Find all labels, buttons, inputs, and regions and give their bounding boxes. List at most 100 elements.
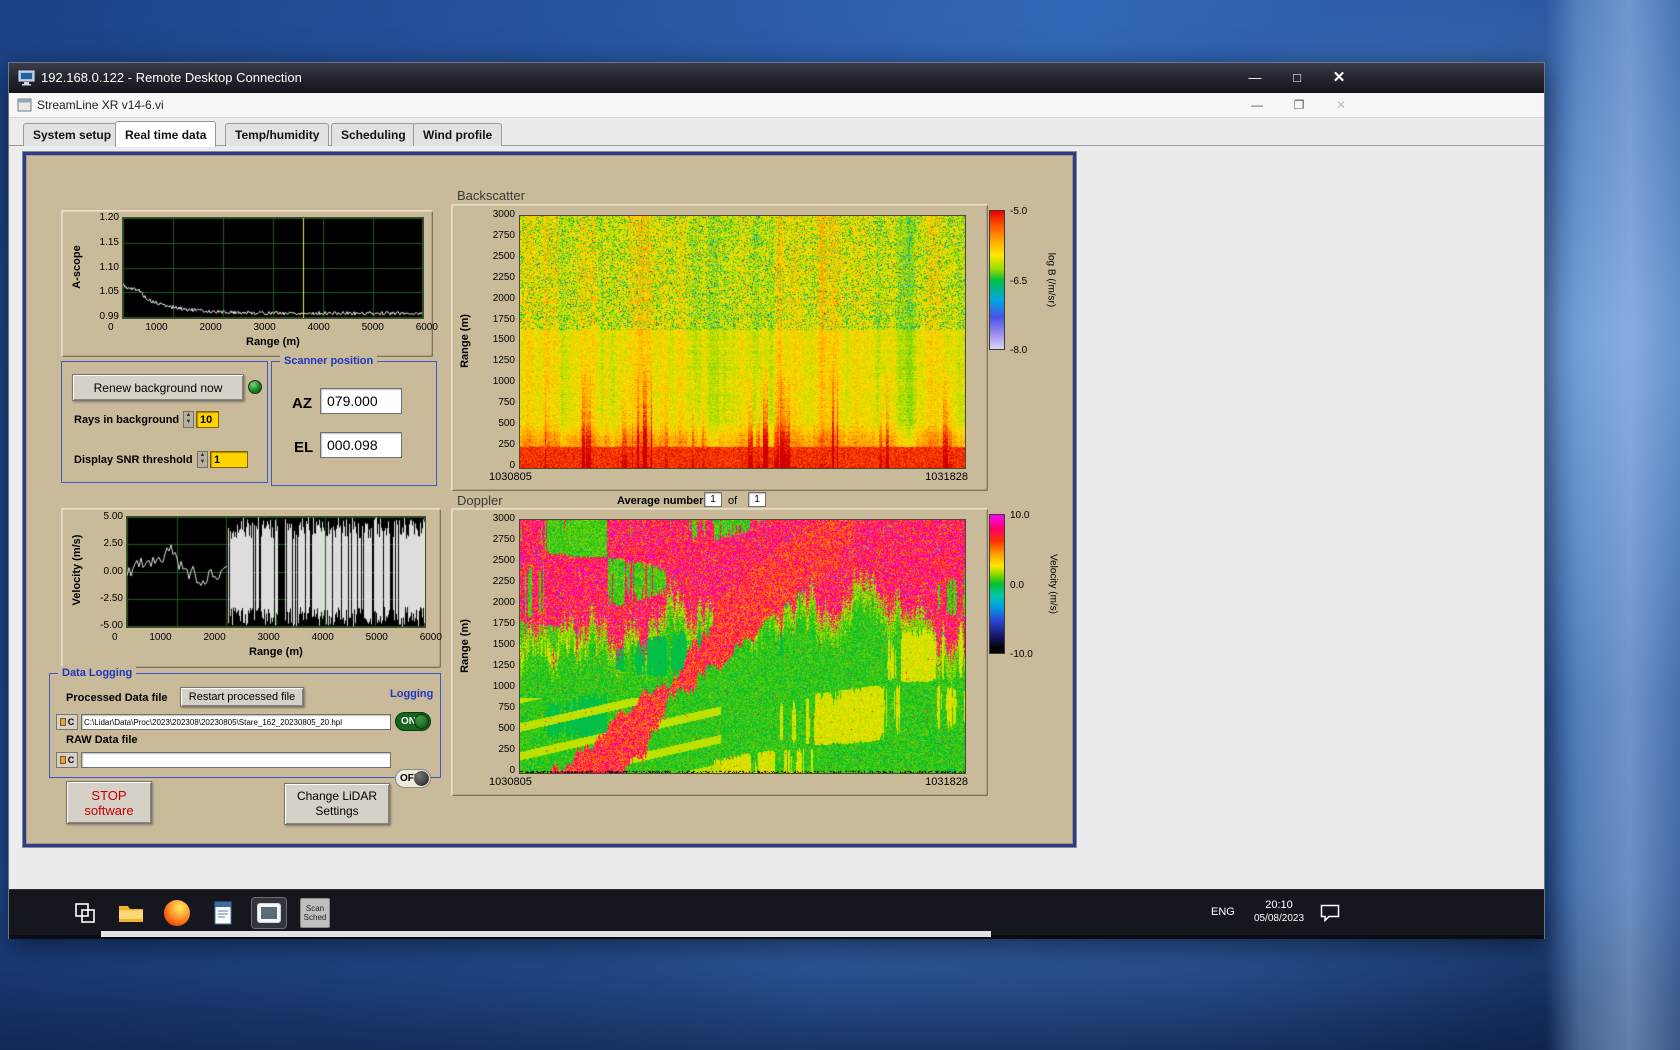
average-number-field[interactable]: 1: [704, 492, 722, 507]
notification-icon[interactable]: [1319, 903, 1341, 928]
snr-spinner[interactable]: ▲ ▼: [197, 451, 208, 468]
raw-drive-selector[interactable]: C: [56, 752, 78, 768]
tick-label: 0.0: [1010, 579, 1024, 591]
backscatter-colorbar-ticks: -5.0 -6.5 -8.0: [1010, 206, 1042, 356]
average-number-label: Average number: [617, 495, 704, 507]
el-value-field[interactable]: 000.098: [320, 432, 402, 458]
app-close-button[interactable]: ✕: [1327, 95, 1355, 115]
tick-label: 2000: [203, 632, 226, 643]
ascope-y-axis-label: A-scope: [71, 245, 83, 289]
tick-label: 2250: [492, 576, 515, 587]
rdp-computer-icon: [18, 70, 35, 86]
doppler-y-axis-label: Range (m): [459, 619, 471, 673]
processed-path-field[interactable]: C:\Lidar\Data\Proc\2023\202308\20230805\…: [81, 714, 391, 730]
document-app-icon[interactable]: [205, 897, 241, 929]
tick-label: 3000: [492, 513, 515, 524]
tick-label: 1000: [492, 681, 515, 692]
rdp-window: 192.168.0.122 - Remote Desktop Connectio…: [8, 62, 1545, 939]
tick-label: 2000: [492, 597, 515, 608]
app-titlebar[interactable]: StreamLine XR v14-6.vi — ❐ ✕: [9, 93, 1544, 118]
tab-wind-profile[interactable]: Wind profile: [413, 123, 503, 146]
velocity-x-axis-label: Range (m): [249, 646, 303, 658]
backscatter-time-start: 1030805: [489, 471, 532, 483]
ascope-plot-group: A-scope 1.20 1.15 1.10 1.05 0.99 0 1000 2000 30…: [61, 210, 438, 357]
tick-label: -8.0: [1010, 345, 1028, 356]
clock-date: 05/08/2023: [1253, 913, 1305, 924]
scanner-position-group: Scanner position AZ 079.000 EL 000.098: [271, 354, 437, 486]
doppler-colorbar: 10.0 0.0 -10.0 Velocity (m/s): [989, 510, 1075, 666]
backscatter-y-axis-label: Range (m): [459, 314, 471, 368]
processed-drive-letter: C: [67, 717, 75, 727]
velocity-plot-group: Velocity (m/s) 5.00 2.50 0.00 -2.50 -5.00 0 1…: [61, 508, 442, 668]
tick-label: 0: [112, 632, 118, 643]
clock-time: 20:10: [1265, 899, 1293, 911]
data-logging-group: Data Logging Processed Data file Restart…: [49, 666, 441, 788]
tick-label: -5.00: [100, 620, 123, 631]
rdp-minimize-button[interactable]: —: [1241, 67, 1269, 89]
lidar-front-panel: A-scope 1.20 1.15 1.10 1.05 0.99 0 1000 2000 30…: [23, 152, 1076, 847]
tick-label: 1000: [145, 322, 168, 333]
logging-label: Logging: [390, 688, 434, 700]
tick-label: 0: [108, 322, 114, 333]
backscatter-plot-group: Range (m) 3000 2750 2500 2250 2000 1750 1500 12…: [451, 204, 988, 491]
rdp-window-title: 192.168.0.122 - Remote Desktop Connectio…: [41, 70, 302, 85]
tick-label: 3000: [253, 322, 276, 333]
language-indicator[interactable]: ENG: [1211, 906, 1235, 918]
doppler-heading: Doppler: [457, 493, 503, 508]
raw-path-field[interactable]: [81, 752, 391, 768]
snr-value-field[interactable]: 1: [210, 451, 248, 468]
app-window: StreamLine XR v14-6.vi — ❐ ✕ System setu…: [9, 93, 1544, 889]
tick-label: -10.0: [1010, 649, 1033, 660]
stop-software-button[interactable]: STOP software: [66, 781, 152, 824]
change-lidar-settings-button[interactable]: Change LiDAR Settings: [284, 783, 390, 825]
tab-strip: System setup Real time data Temp/humidit…: [9, 118, 1544, 147]
rays-value-field[interactable]: 10: [196, 411, 219, 428]
tick-label: 1500: [492, 639, 515, 650]
backscatter-heading: Backscatter: [457, 188, 525, 203]
settings-button-line1: Change LiDAR: [296, 789, 378, 803]
tab-system-setup[interactable]: System setup: [23, 123, 122, 146]
app-window-icon: [17, 98, 32, 112]
renew-background-button[interactable]: Renew background now: [72, 374, 244, 401]
tick-label: 1000: [149, 632, 172, 643]
raw-logging-toggle[interactable]: OFF: [395, 769, 431, 788]
file-explorer-icon[interactable]: [113, 897, 149, 929]
processed-logging-toggle[interactable]: ON: [395, 712, 431, 731]
tick-label: 5.00: [103, 511, 123, 522]
ascope-canvas: [122, 217, 424, 319]
firefox-icon[interactable]: [159, 897, 195, 929]
tick-label: 1000: [492, 376, 515, 388]
tick-label: 1.05: [99, 286, 119, 298]
task-view-icon[interactable]: [67, 897, 103, 929]
tab-real-time-data[interactable]: Real time data: [115, 121, 217, 147]
app-window-title: StreamLine XR v14-6.vi: [37, 98, 164, 112]
backscatter-y-ticks: 3000 2750 2500 2250 2000 1750 1500 1250 1000 750 5…: [473, 209, 515, 471]
ascope-y-ticks: 1.20 1.15 1.10 1.05 0.99: [85, 212, 119, 322]
doppler-colorbar-ticks: 10.0 0.0 -10.0: [1010, 510, 1046, 660]
app-content: A-scope 1.20 1.15 1.10 1.05 0.99 0 1000 2000 30…: [9, 146, 1544, 889]
tick-label: 2750: [492, 229, 515, 241]
tab-scheduling[interactable]: Scheduling: [331, 123, 416, 146]
average-total-field[interactable]: 1: [748, 492, 766, 507]
raw-drive-letter: C: [67, 755, 75, 765]
taskbar-clock[interactable]: 20:10 05/08/2023: [1245, 899, 1313, 925]
app-minimize-button[interactable]: —: [1243, 95, 1271, 115]
tick-label: -6.5: [1010, 275, 1028, 287]
scan-scheduler-icon[interactable]: Scan Sched: [297, 897, 333, 929]
rdp-close-button[interactable]: ✕: [1323, 67, 1355, 89]
tick-label: 1750: [492, 618, 515, 629]
settings-button-line2: Settings: [315, 804, 359, 818]
app-maximize-button[interactable]: ❐: [1285, 95, 1313, 115]
tab-temp-humidity[interactable]: Temp/humidity: [225, 123, 330, 146]
doppler-plot-group: Range (m) 3000 2750 2500 2250 2000 1750 1500 12…: [451, 508, 988, 796]
restart-processed-file-button[interactable]: Restart processed file: [180, 687, 304, 707]
rdp-titlebar[interactable]: 192.168.0.122 - Remote Desktop Connectio…: [9, 63, 1544, 93]
az-value-field[interactable]: 079.000: [320, 388, 402, 414]
streamline-app-icon[interactable]: [251, 897, 287, 929]
tick-label: 750: [498, 397, 515, 409]
rays-spinner[interactable]: ▲ ▼: [183, 411, 194, 428]
processed-drive-selector[interactable]: C: [56, 714, 78, 730]
tick-label: 500: [498, 723, 515, 734]
rdp-maximize-button[interactable]: □: [1283, 67, 1311, 89]
rays-in-background-label: Rays in background: [74, 414, 180, 426]
